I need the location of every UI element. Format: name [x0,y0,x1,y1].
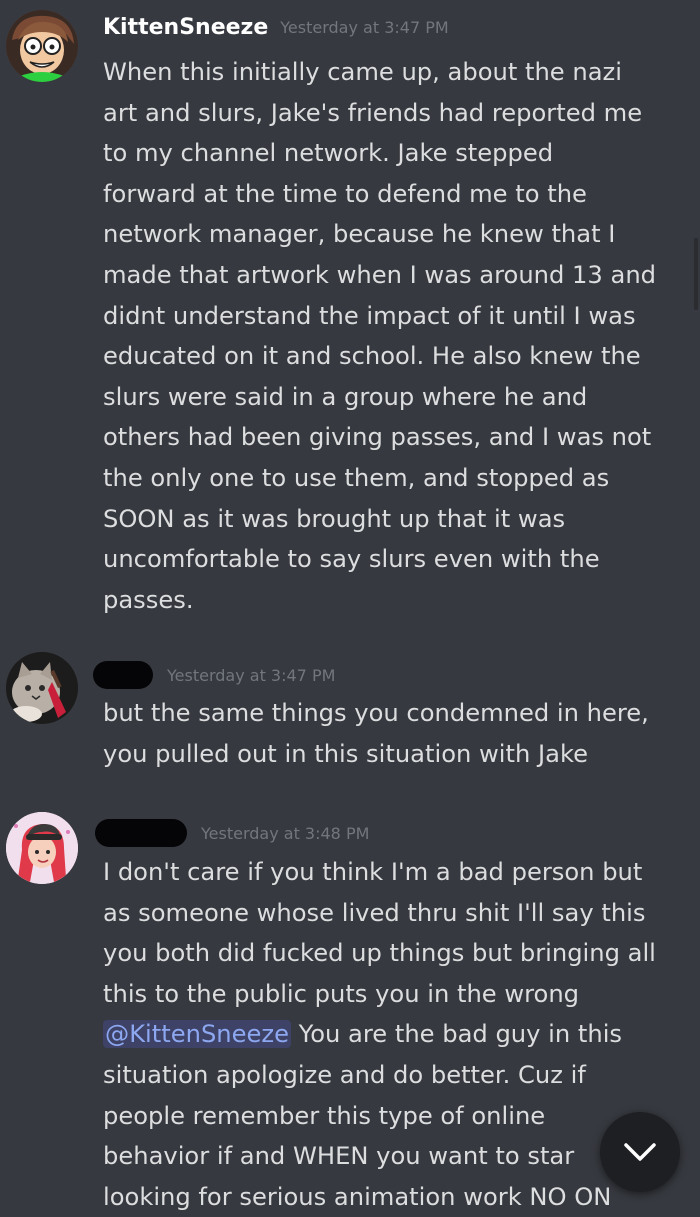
message-header: KittenSneeze Yesterday at 3:47 PM [103,12,449,42]
message-line: the only one to use them, and stopped as [103,463,610,492]
chat-messages: KittenSneeze Yesterday at 3:47 PM When t… [0,0,700,1211]
message-header: Yesterday at 3:48 PM [95,818,370,848]
redacted-username [93,661,153,689]
message-line: but the same things you condemned in her… [103,699,649,727]
timestamp: Yesterday at 3:48 PM [201,823,370,843]
message-line: When this initially came up, about the n… [103,58,622,86]
message-line: this to the public puts you in the wrong [103,979,580,1008]
message-line: SOON as it was brought up that it was [103,504,566,533]
red-haired-girl-avatar-icon [6,812,78,884]
message-line: art and slurs, Jake's friends had report… [103,98,643,127]
chevron-down-icon [624,1143,656,1161]
message-line: uncomfortable to say slurs even with the [103,545,600,574]
message-line: you both did fucked up things but bringi… [103,939,656,968]
timestamp: Yesterday at 3:47 PM [167,665,336,685]
redacted-username [95,819,187,847]
message-line: I don't care if you think I'm a bad pers… [103,858,643,886]
message-line: passes. [103,585,194,614]
message-line: network manager, because he knew that I [103,220,616,249]
avatar[interactable] [6,812,78,884]
message-content: When this initially came up, about the n… [103,52,693,620]
jump-to-present-button[interactable] [600,1112,680,1192]
avatar[interactable] [6,652,78,724]
cartoon-character-avatar-icon [6,10,78,82]
username[interactable]: KittenSneeze [103,15,268,40]
scrollbar[interactable] [694,238,698,310]
avatar[interactable] [6,10,78,82]
message-line: situation apologize and do better. Cuz i… [103,1060,586,1089]
message-header: Yesterday at 3:47 PM [93,660,336,690]
message-line: you pulled out in this situation with Ja… [103,739,589,768]
message-line: to my channel network. Jake stepped [103,139,554,168]
message-content: but the same things you condemned in her… [103,693,693,774]
user-mention[interactable]: @KittenSneeze [103,1020,291,1049]
message-line: educated on it and school. He also knew … [103,342,641,371]
cat-with-guitar-avatar-icon [6,652,78,724]
message-line: as someone whose lived thru shit I'll sa… [103,898,646,927]
message-line: slurs were said in a group where he and [103,382,588,411]
message-line: others had been giving passes, and I was… [103,423,652,452]
message-text: You are the bad guy in this [290,1020,623,1049]
message-line: looking for serious animation work NO ON [103,1182,612,1211]
message-line: made that artwork when I was around 13 a… [103,260,657,289]
message-line: didnt understand the impact of it until … [103,301,636,330]
message-line: forward at the time to defend me to the [103,179,587,208]
timestamp: Yesterday at 3:47 PM [280,17,449,37]
message-line: people remember this type of online [103,1101,546,1130]
message-line-with-mention: @KittenSneeze You are the bad guy in thi… [103,1014,693,1055]
